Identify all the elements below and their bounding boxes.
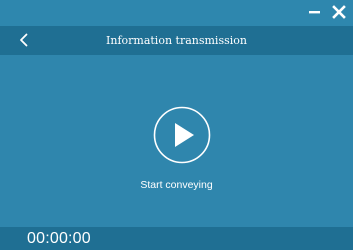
page-title: Information transmission bbox=[106, 34, 247, 47]
close-button[interactable] bbox=[331, 4, 347, 20]
footer-bar: 00:00:00 bbox=[0, 227, 353, 250]
status-label: Start conveying bbox=[140, 179, 213, 191]
minimize-icon bbox=[309, 11, 320, 14]
main-panel: Start conveying bbox=[0, 55, 353, 227]
elapsed-timer: 00:00:00 bbox=[27, 230, 91, 247]
start-conveying-button[interactable] bbox=[153, 106, 211, 164]
header-bar: Information transmission bbox=[0, 26, 353, 55]
app-window: Information transmission Start conveying… bbox=[0, 0, 353, 250]
window-titlebar bbox=[0, 0, 353, 26]
chevron-left-icon bbox=[20, 33, 28, 47]
close-icon bbox=[332, 5, 346, 19]
play-circle-icon bbox=[153, 106, 211, 164]
minimize-button[interactable] bbox=[307, 4, 323, 20]
back-button[interactable] bbox=[17, 32, 31, 48]
